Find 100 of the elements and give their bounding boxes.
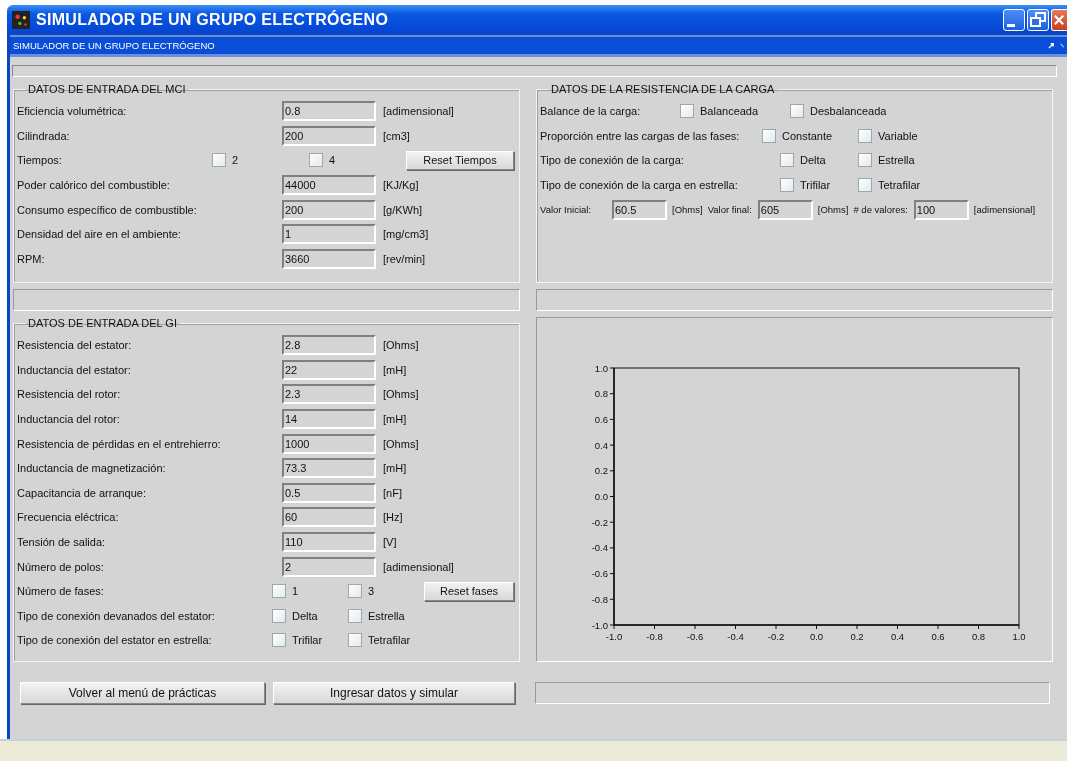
x-tick-label: -0.4 <box>727 631 744 642</box>
close-button[interactable] <box>1051 9 1067 31</box>
field-label: Capacitancia de arranque: <box>17 486 148 499</box>
field-label: Tipo de conexión devanados del estator: <box>17 609 216 622</box>
unit-label: [Ohms] <box>672 204 703 216</box>
field-label: Resistencia del estator: <box>17 339 133 352</box>
checkbox[interactable] <box>858 128 872 143</box>
field-label: Poder calórico del combustible: <box>17 179 171 192</box>
checkbox-label: Desbalanceada <box>810 105 887 118</box>
unit-label: [rev/min] <box>383 252 426 265</box>
input-field[interactable]: 605 <box>757 199 813 220</box>
checkbox-label: Tetrafilar <box>878 179 921 192</box>
checkbox[interactable] <box>780 153 794 168</box>
unit-label: [mg/cm3] <box>383 228 429 241</box>
checkbox[interactable] <box>780 178 794 193</box>
panel-title: DATOS DE ENTRADA DEL GI <box>27 317 178 329</box>
checkbox[interactable] <box>348 608 362 623</box>
y-tick-label: -0.4 <box>591 542 608 554</box>
field-label: Valor Inicial: <box>540 204 593 216</box>
field-label: Valor final: <box>707 204 752 216</box>
unit-label: [Ohms] <box>383 437 419 450</box>
field-label: Número de fases: <box>17 585 105 598</box>
checkbox[interactable] <box>348 633 362 648</box>
field-label: Inductancia de magnetización: <box>17 462 167 475</box>
input-field[interactable]: 2 <box>282 556 376 577</box>
unit-label: [adimensional] <box>383 560 454 573</box>
input-field[interactable]: 0.8 <box>282 101 376 122</box>
input-field[interactable]: 1000 <box>282 433 376 454</box>
input-field[interactable]: 60.5 <box>612 199 667 220</box>
checkbox-label: Tetrafilar <box>368 634 411 647</box>
reset-button[interactable]: Reset fases <box>424 581 514 601</box>
x-tick-label: 0.4 <box>890 631 905 642</box>
action-button[interactable]: Volver al menú de prácticas <box>20 682 265 704</box>
checkbox-label: 4 <box>329 154 336 167</box>
y-tick-label: 0.4 <box>594 439 608 451</box>
unit-label: [Ohms] <box>383 339 419 352</box>
minimize-icon <box>1007 23 1015 27</box>
arrow-icon[interactable] <box>1048 42 1055 49</box>
checkbox-label: Balanceada <box>700 105 759 118</box>
field-label: Densidad del aire en el ambiente: <box>17 228 182 241</box>
field-label: Balance de la carga: <box>540 105 642 118</box>
input-field[interactable]: 100 <box>913 199 969 220</box>
input-field[interactable]: 44000 <box>282 175 376 196</box>
input-field[interactable]: 73.3 <box>282 458 376 479</box>
y-tick-label: 1.0 <box>594 362 608 374</box>
action-button[interactable]: Ingresar datos y simular <box>273 682 515 704</box>
panel-title: DATOS DE ENTRADA DEL MCI <box>27 83 187 95</box>
input-field[interactable]: 200 <box>282 125 376 146</box>
y-tick-label: 0.2 <box>594 465 608 477</box>
checkbox[interactable] <box>680 104 694 119</box>
checkbox[interactable] <box>212 153 226 168</box>
unit-label: [cm3] <box>383 129 410 142</box>
checkbox[interactable] <box>272 584 286 599</box>
checkbox-label: 2 <box>232 154 239 167</box>
restore-button[interactable] <box>1027 9 1049 31</box>
x-tick-label: -0.6 <box>686 631 704 642</box>
checkbox-label: Trifilar <box>292 634 323 647</box>
field-label: Cilindrada: <box>17 129 71 142</box>
field-label: Proporción entre las cargas de las fases: <box>540 129 741 142</box>
x-tick-label: 0.8 <box>971 631 986 642</box>
x-tick-label: -1.0 <box>605 631 623 642</box>
input-field[interactable]: 60 <box>282 507 376 528</box>
field-label: Inductancia del rotor: <box>17 413 121 426</box>
reset-button[interactable]: Reset Tiempos <box>406 151 514 170</box>
checkbox[interactable] <box>858 153 872 168</box>
minimize-button[interactable] <box>1003 9 1025 31</box>
input-field[interactable]: 14 <box>282 409 376 430</box>
unit-label: [KJ/Kg] <box>383 179 419 192</box>
panel-title: DATOS DE LA RESISTENCIA DE LA CARGA <box>550 83 776 95</box>
input-field[interactable]: 1 <box>282 224 376 245</box>
checkbox[interactable] <box>790 104 804 119</box>
input-field[interactable]: 2.8 <box>282 335 376 356</box>
field-label: Tipo de conexión de la carga: <box>540 154 685 167</box>
checkbox[interactable] <box>858 178 872 193</box>
input-field[interactable]: 0.5 <box>282 482 376 503</box>
window-title: SIMULADOR DE UN GRUPO ELECTRÓGENO <box>36 11 390 29</box>
checkbox-label: Estrella <box>368 609 405 622</box>
checkbox[interactable] <box>762 128 776 143</box>
checkbox[interactable] <box>348 584 362 599</box>
y-tick-label: 0.6 <box>594 413 608 425</box>
unit-label: [adimensional] <box>383 105 454 118</box>
checkbox-label: Constante <box>782 129 833 142</box>
field-label: # de valores: <box>853 204 908 216</box>
checkbox[interactable] <box>272 633 286 648</box>
checkbox[interactable] <box>309 153 323 168</box>
input-field[interactable]: 3660 <box>282 248 376 269</box>
input-field[interactable]: 2.3 <box>282 384 376 405</box>
app-icon <box>12 11 30 29</box>
input-field[interactable]: 22 <box>282 359 376 380</box>
checkbox-label: Variable <box>878 129 918 142</box>
input-field[interactable]: 110 <box>282 532 376 553</box>
field-label: Eficiencia volumétrica: <box>17 105 128 118</box>
field-label: Tipo de conexión de la carga en estrella: <box>540 179 739 192</box>
checkbox[interactable] <box>272 608 286 623</box>
field-label: Resistencia de pérdidas en el entrehierro: <box>17 437 222 450</box>
input-field[interactable]: 200 <box>282 199 376 220</box>
y-tick-label: -0.2 <box>591 516 608 528</box>
close-icon[interactable] <box>1060 42 1065 49</box>
unit-label: [mH] <box>383 413 407 426</box>
unit-label: [Ohms] <box>383 388 419 401</box>
